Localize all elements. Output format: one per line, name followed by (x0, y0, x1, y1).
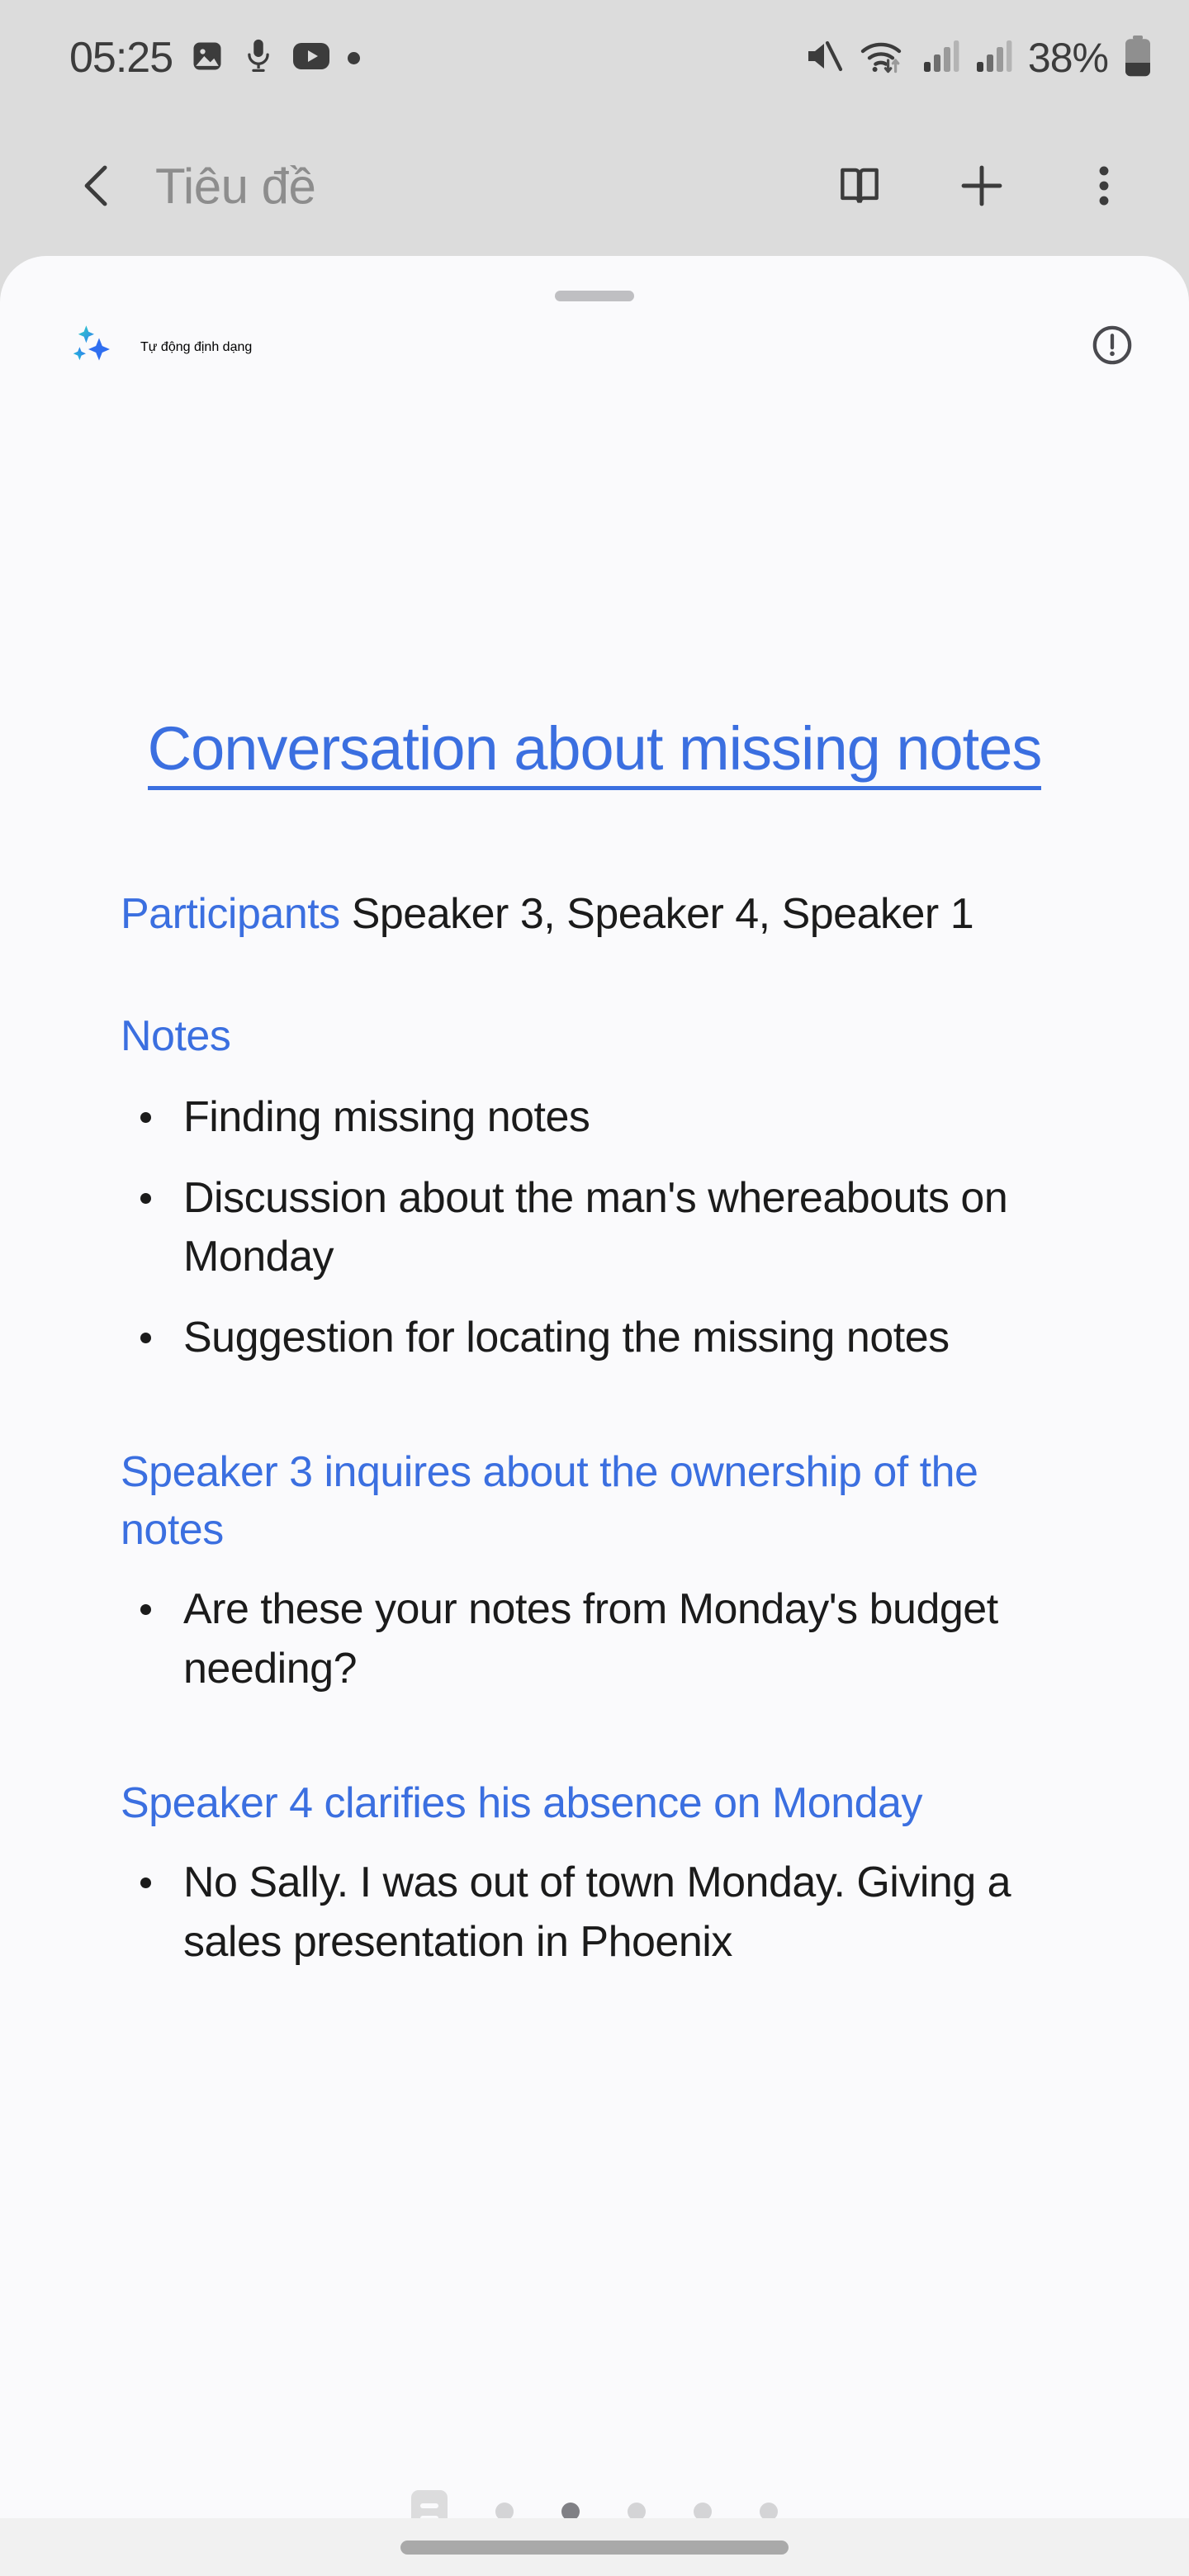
status-clock: 05:25 (69, 34, 173, 82)
list-item: Suggestion for locating the missing note… (121, 1309, 1068, 1368)
sheet-drag-handle[interactable] (555, 291, 634, 301)
sheet-title: Tự động định dạng (140, 339, 253, 354)
section-bullet-list: Finding missing notes Discussion about t… (121, 1088, 1068, 1368)
sheet-header: Tự động định dạng (0, 301, 1189, 372)
section-bullet-list: Are these your notes from Monday's budge… (121, 1580, 1068, 1699)
youtube-icon (291, 40, 331, 77)
participants-label: Participants (121, 890, 340, 939)
signal-sim2-icon (975, 39, 1013, 78)
microphone-icon (242, 37, 275, 79)
section-heading: Notes (121, 1012, 231, 1061)
auto-format-sheet: Tự động định dạng Conversation about mis… (0, 256, 1189, 2576)
app-bar: Tiêu đề (0, 116, 1189, 256)
signal-sim1-icon (922, 39, 960, 78)
section-bullet-list: No Sally. I was out of town Monday. Givi… (121, 1854, 1068, 1972)
battery-icon (1123, 35, 1153, 82)
participants-row: Participants Speaker 3, Speaker 4, Speake… (121, 885, 1068, 945)
recording-dot-icon (348, 51, 361, 64)
list-item: No Sally. I was out of town Monday. Givi… (121, 1854, 1068, 1972)
list-item: Finding missing notes (121, 1088, 1068, 1148)
gallery-icon (189, 38, 225, 78)
sheet-header-left: Tự động định dạng (71, 323, 252, 372)
status-bar-left: 05:25 (69, 33, 361, 83)
section-heading: Speaker 3 inquires about the ownership o… (121, 1447, 978, 1554)
list-item: Are these your notes from Monday's budge… (121, 1580, 1068, 1699)
note-title-input[interactable]: Tiêu đề (155, 158, 824, 215)
phone-screen: 05:25 38% Tiêu đề Tự động định dạng Conv… (0, 0, 1189, 2576)
section-heading: Speaker 4 clarifies his absence on Monda… (121, 1778, 922, 1827)
mute-icon (803, 37, 845, 79)
page-title: Conversation about missing notes (121, 708, 1068, 790)
list-item: Discussion about the man's whereabouts o… (121, 1169, 1068, 1288)
add-icon[interactable] (946, 150, 1017, 221)
battery-percent-label: 38% (1027, 35, 1109, 81)
back-button[interactable] (58, 146, 137, 225)
formatted-note-content[interactable]: Conversation about missing notes Partici… (0, 632, 1189, 2432)
status-bar-right: 38% (803, 34, 1153, 82)
sparkle-ai-icon (71, 323, 116, 372)
info-circle-icon[interactable] (1090, 323, 1135, 372)
reading-mode-icon[interactable] (824, 150, 895, 221)
wifi-icon (860, 37, 907, 79)
participants-value: Speaker 3, Speaker 4, Speaker 1 (351, 890, 974, 939)
home-gesture-bar[interactable] (400, 2540, 789, 2555)
gesture-area (0, 2518, 1189, 2576)
app-bar-actions (824, 150, 1139, 221)
status-bar: 05:25 38% (0, 0, 1189, 116)
more-options-icon[interactable] (1068, 150, 1139, 221)
